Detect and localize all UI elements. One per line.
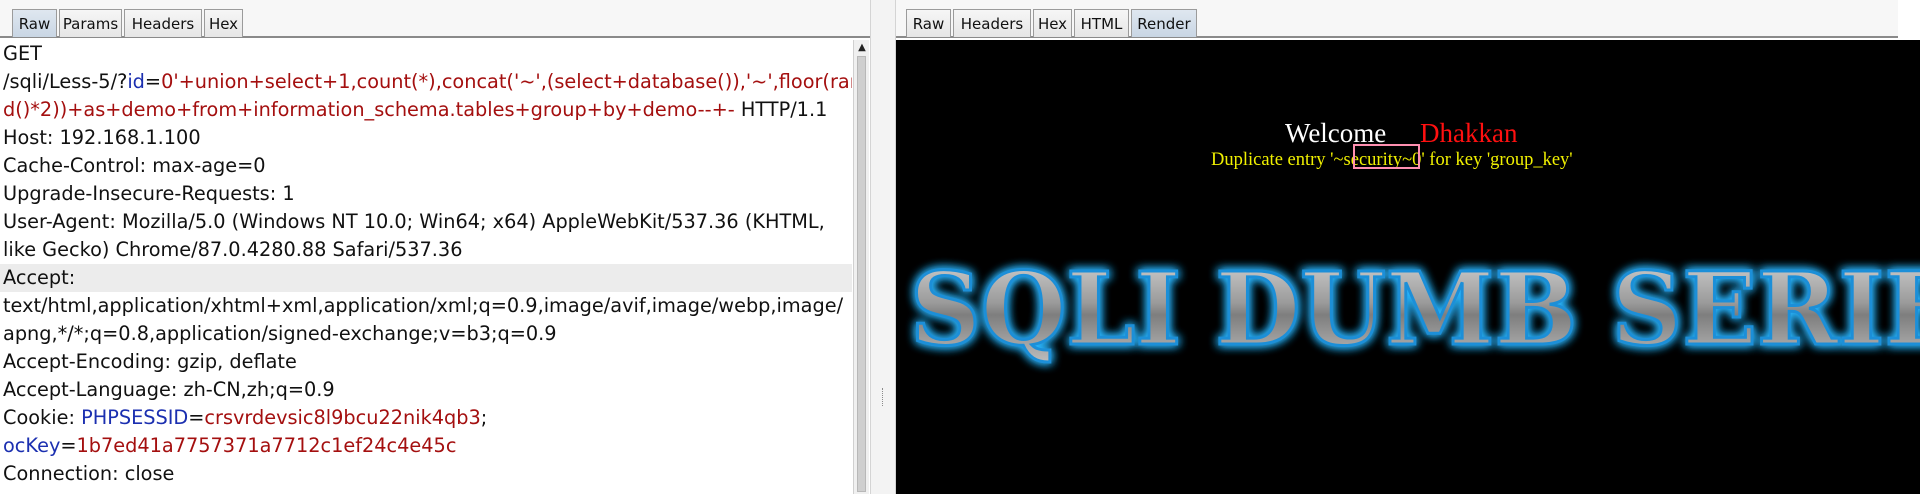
request-text-segment: d()*2))+as+demo+from+information_schema.… (3, 98, 735, 121)
tab-hex[interactable]: Hex (204, 9, 243, 37)
request-text-segment: Accept-Encoding: gzip, deflate (3, 350, 297, 373)
highlight-box (1353, 144, 1420, 169)
request-text-segment: GET (3, 42, 42, 65)
scroll-thumb[interactable] (857, 56, 866, 492)
scroll-up-arrow-icon[interactable]: ▲ (854, 42, 870, 54)
request-line: Accept: (3, 264, 75, 292)
tab-hex[interactable]: Hex (1033, 9, 1072, 37)
request-line: text/html,application/xhtml+xml,applicat… (3, 292, 843, 320)
error-suffix: ~0' for key 'group_key' (1402, 150, 1573, 170)
request-line: apng,*/*;q=0.8,application/signed-exchan… (3, 320, 557, 348)
request-text-segment: /sqli/Less-5/? (3, 70, 128, 93)
request-text-segment: Accept: (3, 266, 76, 289)
request-text-segment: text/html,application/xhtml+xml,applicat… (3, 294, 844, 317)
request-line: Accept-Language: zh-CN,zh;q=0.9 (3, 376, 335, 404)
render-view: Welcome Dhakkan Duplicate entry '~securi… (896, 40, 1920, 494)
request-text-segment: crsvrdevsic8l9bcu22nik4qb3 (204, 406, 481, 429)
pane-divider[interactable] (870, 0, 896, 494)
request-line: Connection: close (3, 460, 174, 488)
request-line: Host: 192.168.1.100 (3, 124, 201, 152)
request-line: like Gecko) Chrome/87.0.4280.88 Safari/5… (3, 236, 462, 264)
request-text-segment: like Gecko) Chrome/87.0.4280.88 Safari/5… (3, 238, 463, 261)
request-text-segment: = (60, 434, 77, 457)
request-line: Cache-Control: max-age=0 (3, 152, 266, 180)
username-text: Dhakkan (1420, 118, 1518, 148)
request-line: /sqli/Less-5/?id=0'+union+select+1,count… (3, 68, 852, 96)
request-text-segment: 1b7ed41a7757371a7712c1ef24c4e45c (76, 434, 457, 457)
request-text-segment: Connection: close (3, 462, 175, 485)
request-text-segment: apng,*/*;q=0.8,application/signed-exchan… (3, 322, 557, 345)
response-panel: Raw Headers Hex HTML Render Welcome Dhakkan … (896, 0, 1920, 494)
request-text-segment: ; (480, 406, 488, 429)
banner-text: SQLI DUMB SERIES (910, 250, 1920, 368)
tab-headers[interactable]: Headers (124, 9, 202, 37)
request-text-segment: = (188, 406, 205, 429)
request-text-segment: Cookie: (3, 406, 82, 429)
request-text-segment: HTTP/1.1 (734, 98, 828, 121)
tab-html[interactable]: HTML (1074, 9, 1129, 37)
tab-raw[interactable]: Raw (12, 9, 57, 37)
request-text-segment: ocKey (3, 434, 61, 457)
response-tab-bar: Raw Headers Hex HTML Render (896, 0, 1898, 38)
request-tab-bar: Raw Params Headers Hex (0, 0, 870, 38)
request-line: ocKey=1b7ed41a7757371a7712c1ef24c4e45c (3, 432, 456, 460)
request-editor[interactable]: GET/sqli/Less-5/?id=0'+union+select+1,co… (0, 40, 852, 494)
request-line: Accept-Encoding: gzip, deflate (3, 348, 297, 376)
tab-params[interactable]: Params (59, 9, 122, 37)
divider-grip-icon[interactable] (882, 388, 885, 406)
request-line: User-Agent: Mozilla/5.0 (Windows NT 10.0… (3, 208, 825, 236)
request-panel: Raw Params Headers Hex GET/sqli/Less-5/?id=… (0, 0, 870, 494)
request-text-segment: id (127, 70, 145, 93)
request-text-segment: = (144, 70, 162, 93)
request-scrollbar[interactable]: ▲ (853, 40, 869, 494)
request-text-segment: Accept-Language: zh-CN,zh;q=0.9 (3, 378, 335, 401)
request-line: d()*2))+as+demo+from+information_schema.… (3, 96, 827, 124)
request-text-segment: 0'+union+select+1,count(*),concat('~',(s… (161, 70, 852, 93)
request-text-segment: User-Agent: Mozilla/5.0 (Windows NT 10.0… (3, 210, 825, 233)
tab-headers[interactable]: Headers (953, 9, 1031, 37)
line-highlight (0, 264, 852, 292)
request-line: Upgrade-Insecure-Requests: 1 (3, 180, 295, 208)
request-text-segment: Host: 192.168.1.100 (3, 126, 201, 149)
request-line: Cookie: PHPSESSID=crsvrdevsic8l9bcu22nik… (3, 404, 487, 432)
request-text-segment: Upgrade-Insecure-Requests: 1 (3, 182, 295, 205)
tab-render[interactable]: Render (1131, 9, 1197, 37)
request-line: GET (3, 40, 42, 68)
error-prefix: Duplicate entry '~ (1211, 150, 1344, 170)
request-text-segment: Cache-Control: max-age=0 (3, 154, 266, 177)
tab-raw[interactable]: Raw (906, 9, 951, 37)
sqli-dumb-series-banner: SQLI DUMB SERIES (909, 249, 1920, 370)
request-text-segment: PHPSESSID (81, 406, 189, 429)
